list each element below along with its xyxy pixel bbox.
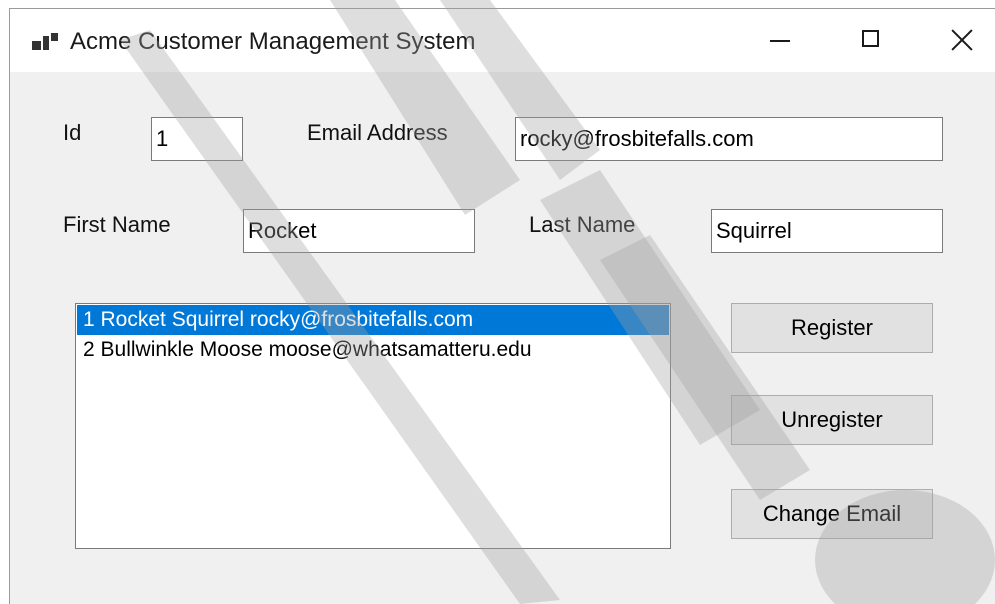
- first-name-label: First Name: [63, 212, 171, 237]
- id-field[interactable]: [151, 117, 243, 161]
- close-button[interactable]: [918, 9, 995, 72]
- email-address-field[interactable]: [515, 117, 943, 161]
- customer-list[interactable]: 1 Rocket Squirrel rocky@frosbitefalls.co…: [75, 303, 671, 549]
- register-button[interactable]: Register: [731, 303, 933, 353]
- minimize-button[interactable]: [734, 9, 826, 72]
- close-icon: [950, 28, 974, 52]
- list-item[interactable]: 1 Rocket Squirrel rocky@frosbitefalls.co…: [77, 305, 669, 335]
- maximize-icon: [862, 30, 879, 47]
- last-name-field[interactable]: [711, 209, 943, 253]
- unregister-button[interactable]: Unregister: [731, 395, 933, 445]
- maximize-button[interactable]: [826, 9, 918, 72]
- change-email-button[interactable]: Change Email: [731, 489, 933, 539]
- minimize-icon: [770, 40, 790, 42]
- last-name-label: Last Name: [529, 212, 636, 237]
- window-title: Acme Customer Management System: [70, 28, 476, 55]
- first-name-field[interactable]: [243, 209, 475, 253]
- title-bar[interactable]: Acme Customer Management System: [10, 9, 995, 72]
- email-address-label: Email Address: [307, 120, 448, 145]
- app-window: Acme Customer Management System Id Email…: [9, 8, 995, 604]
- list-item[interactable]: 2 Bullwinkle Moose moose@whatsamatteru.e…: [77, 335, 669, 365]
- id-label: Id: [63, 120, 82, 145]
- app-icon: [32, 33, 58, 51]
